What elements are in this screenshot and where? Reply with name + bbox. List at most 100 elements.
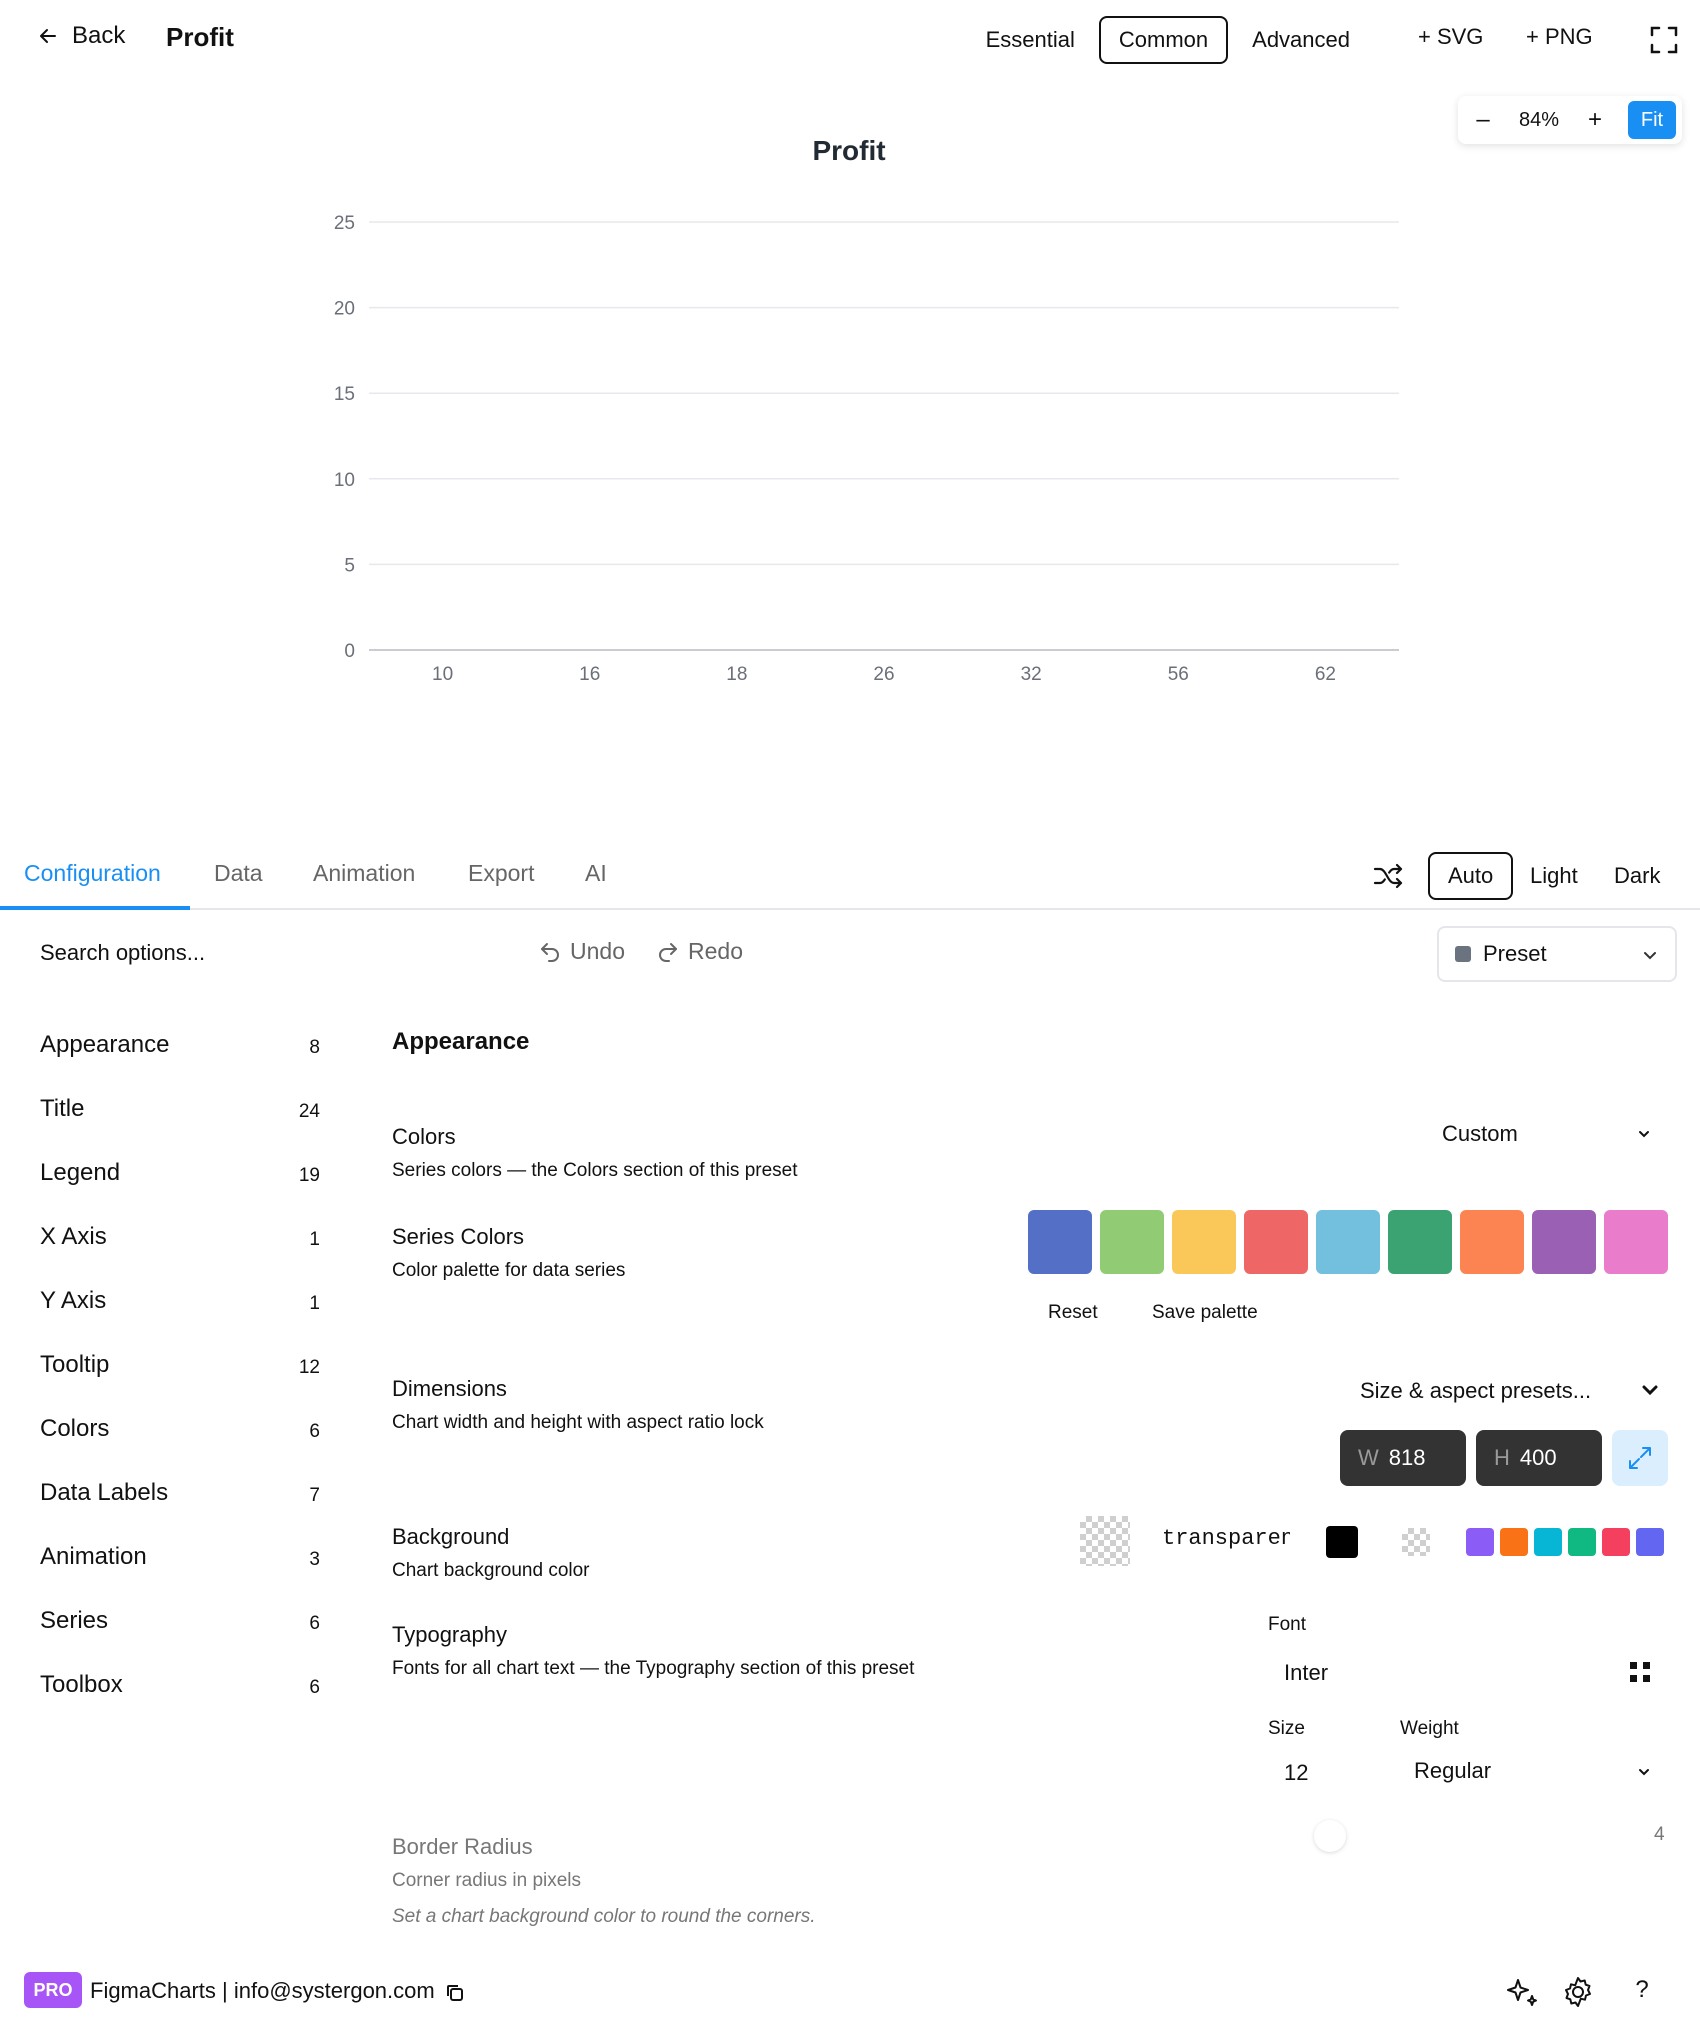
undo-icon <box>541 942 559 962</box>
sidebar-item-tooltip[interactable]: Tooltip 12 <box>40 1351 320 1391</box>
series-color-swatch[interactable] <box>1604 1210 1668 1274</box>
sidebar-item-y-axis[interactable]: Y Axis 1 <box>40 1287 320 1327</box>
border-radius-slider[interactable] <box>1314 1820 1346 1852</box>
chart-canvas: Profit 0 5 10 15 20 25 10 16 18 26 32 56 62 <box>334 135 1399 685</box>
tab-ai[interactable]: AI <box>585 860 607 887</box>
background-black-swatch[interactable] <box>1326 1526 1358 1558</box>
tab-animation[interactable]: Animation <box>313 860 415 887</box>
weight-label: Weight <box>1400 1718 1459 1739</box>
mode-tab-common[interactable]: Common <box>1098 16 1229 64</box>
y-axis-ticks: 0 5 10 15 20 25 <box>334 213 355 662</box>
chevron-down-icon <box>1644 952 1656 960</box>
height-axis-label: H <box>1494 1445 1510 1470</box>
reset-palette-button[interactable]: Reset <box>1048 1302 1098 1324</box>
font-weight-select[interactable]: Regular <box>1414 1758 1491 1784</box>
font-size-input[interactable]: 12 <box>1284 1760 1308 1786</box>
width-value: 818 <box>1388 1445 1426 1470</box>
series-color-swatch[interactable] <box>1028 1210 1092 1274</box>
series-color-swatch[interactable] <box>1100 1210 1164 1274</box>
typography-desc: Fonts for all chart text — the Typograph… <box>392 1658 915 1679</box>
sidebar-item-count: 24 <box>298 1101 320 1122</box>
back-label: Back <box>72 22 126 49</box>
chevron-down-icon[interactable] <box>1640 1380 1660 1400</box>
font-picker-icon[interactable] <box>1630 1662 1650 1682</box>
chart-grid <box>369 221 1399 651</box>
series-color-swatch[interactable] <box>1532 1210 1596 1274</box>
fullscreen-icon[interactable] <box>1650 26 1678 54</box>
theme-dark-button[interactable]: Dark <box>1594 852 1680 900</box>
section-title: Appearance <box>392 1028 530 1055</box>
sidebar-item-appearance[interactable]: Appearance 8 <box>40 1031 320 1071</box>
typography-label: Typography <box>392 1622 507 1647</box>
sidebar-item-animation[interactable]: Animation 3 <box>40 1543 320 1583</box>
sidebar-item-title[interactable]: Title 24 <box>40 1095 320 1135</box>
chart-title: Profit <box>812 135 885 166</box>
font-select[interactable]: Inter <box>1284 1660 1328 1686</box>
background-quick-swatch[interactable] <box>1568 1528 1596 1556</box>
undo-button[interactable]: Undo <box>538 938 625 965</box>
size-presets-select[interactable]: Size & aspect presets... <box>1360 1378 1591 1404</box>
x-tick-label: 10 <box>432 664 453 685</box>
background-quick-swatch[interactable] <box>1500 1528 1528 1556</box>
sidebar-item-series[interactable]: Series 6 <box>40 1607 320 1647</box>
mode-tab-advanced[interactable]: Advanced <box>1232 16 1370 64</box>
sidebar-item-colors[interactable]: Colors 6 <box>40 1415 320 1455</box>
background-quick-swatch[interactable] <box>1466 1528 1494 1556</box>
tab-data[interactable]: Data <box>214 860 263 887</box>
series-color-swatch[interactable] <box>1388 1210 1452 1274</box>
shuffle-icon[interactable] <box>1372 860 1404 892</box>
colors-desc: Series colors — the Colors section of th… <box>392 1160 798 1181</box>
dimensions-label: Dimensions <box>392 1376 507 1401</box>
border-radius-hint: Set a chart background color to round th… <box>392 1906 816 1927</box>
export-svg-button[interactable]: + SVG <box>1418 24 1483 50</box>
sidebar-item-toolbox[interactable]: Toolbox 6 <box>40 1671 320 1711</box>
series-color-swatch[interactable] <box>1244 1210 1308 1274</box>
sidebar-item-x-axis[interactable]: X Axis 1 <box>40 1223 320 1263</box>
background-color-swatch[interactable] <box>1080 1516 1130 1566</box>
redo-button[interactable]: Redo <box>656 938 743 965</box>
series-color-swatch[interactable] <box>1316 1210 1380 1274</box>
search-input[interactable] <box>40 940 460 966</box>
x-tick-label: 56 <box>1168 664 1189 685</box>
colors-mode-select[interactable]: Custom <box>1442 1121 1518 1147</box>
width-field[interactable]: W 818 <box>1340 1430 1466 1486</box>
back-button[interactable]: Back <box>36 22 125 50</box>
background-transparent-swatch[interactable] <box>1402 1528 1430 1556</box>
background-color-input[interactable] <box>1162 1526 1290 1551</box>
sparkles-icon[interactable] <box>1504 1974 1540 2010</box>
sidebar-item-count: 6 <box>309 1677 320 1698</box>
panel-tabs: Configuration Data Animation Export AI A… <box>0 850 1700 910</box>
copy-icon[interactable] <box>444 1982 466 2004</box>
background-quick-swatch[interactable] <box>1534 1528 1562 1556</box>
background-desc: Chart background color <box>392 1560 590 1581</box>
preset-select[interactable]: Preset <box>1437 926 1677 982</box>
theme-auto-button[interactable]: Auto <box>1428 852 1514 900</box>
chevron-down-icon[interactable] <box>1636 1126 1652 1142</box>
mode-tab-essential[interactable]: Essential <box>966 16 1095 64</box>
sidebar-item-data-labels[interactable]: Data Labels 7 <box>40 1479 320 1519</box>
aspect-lock-button[interactable] <box>1612 1430 1668 1486</box>
sidebar-item-count: 1 <box>309 1229 320 1250</box>
chevron-down-icon[interactable] <box>1636 1764 1652 1780</box>
mode-tabs: Essential Common Advanced <box>966 16 1370 64</box>
sidebar-item-label: Title <box>40 1095 85 1122</box>
y-tick-label: 20 <box>334 299 355 320</box>
sidebar-item-label: Tooltip <box>40 1351 110 1378</box>
help-icon[interactable]: ? <box>1624 1976 1660 2012</box>
export-png-button[interactable]: + PNG <box>1526 24 1593 50</box>
tab-export[interactable]: Export <box>468 860 534 887</box>
tab-configuration[interactable]: Configuration <box>24 860 161 887</box>
dimensions-desc: Chart width and height with aspect ratio… <box>392 1412 764 1433</box>
series-color-swatch[interactable] <box>1172 1210 1236 1274</box>
font-label: Font <box>1268 1614 1307 1635</box>
background-quick-swatch[interactable] <box>1602 1528 1630 1556</box>
theme-light-button[interactable]: Light <box>1510 852 1598 900</box>
save-palette-button[interactable]: Save palette <box>1152 1302 1258 1324</box>
gear-icon[interactable] <box>1560 1974 1596 2010</box>
background-quick-swatch[interactable] <box>1636 1528 1664 1556</box>
height-field[interactable]: H 400 <box>1476 1430 1602 1486</box>
sidebar-item-legend[interactable]: Legend 19 <box>40 1159 320 1199</box>
sidebar-item-label: Legend <box>40 1159 121 1186</box>
series-color-swatch[interactable] <box>1460 1210 1524 1274</box>
sidebar-item-label: Animation <box>40 1543 147 1570</box>
